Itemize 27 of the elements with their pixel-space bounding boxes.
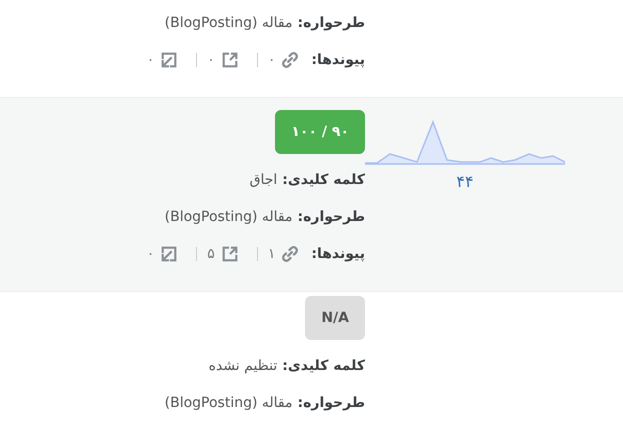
links-label: پیوندها: [311,52,365,68]
link-count: ۰ [268,52,276,68]
link-count: ۰ [146,246,154,262]
keyword-label: کلمه کلیدی: [282,358,365,374]
traffic-count: ۴۴ [456,172,474,191]
link-count: ۰ [207,52,215,68]
link-count: ۱ [268,246,276,262]
incoming-link-icon [160,244,178,262]
score-badge: N/A [305,296,365,340]
keyword-value: اجاق [250,172,278,188]
link-icon [281,244,300,262]
external-link-icon [220,50,239,68]
incoming-link-icon [160,50,178,68]
keyword-value: تنظیم نشده [208,358,278,374]
keyword-label: کلمه کلیدی: [282,172,365,188]
score-badge: ۹۰ / ۱۰۰ [275,110,365,154]
schema-value: مقاله (BlogPosting) [164,394,293,410]
external-link-icon [220,244,239,262]
schema-value: مقاله (BlogPosting) [164,208,293,224]
link-count: ۰ [146,52,154,68]
links-label: پیوندها: [311,246,365,262]
schema-value: مقاله (BlogPosting) [164,14,293,30]
link-count: ۵ [207,246,215,262]
schema-label: طرحواره: [298,208,365,224]
link-icon [281,50,300,68]
schema-label: طرحواره: [298,394,365,410]
schema-label: طرحواره: [298,14,365,30]
